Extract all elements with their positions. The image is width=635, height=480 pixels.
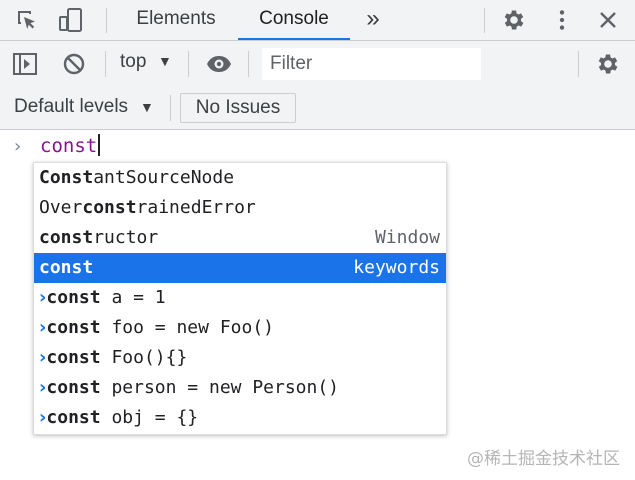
levels-dropdown-arrow-icon[interactable]: ▼	[140, 99, 154, 115]
console-settings-gear-icon[interactable]	[595, 51, 621, 77]
more-options-kebab-icon[interactable]	[549, 7, 575, 33]
suggestion-item[interactable]: constructor Window	[34, 223, 446, 253]
settings-gear-icon[interactable]	[501, 7, 527, 33]
history-suggestion-item[interactable]: ›const a = 1	[34, 283, 446, 313]
live-expression-eye-icon[interactable]	[204, 51, 234, 77]
history-suggestion-item[interactable]: ›const obj = {}	[34, 403, 446, 433]
toolbar-divider	[248, 51, 249, 77]
close-icon[interactable]	[595, 7, 621, 33]
suggestion-subtitle: keywords	[353, 257, 440, 278]
tab-elements[interactable]: Elements	[122, 0, 230, 40]
show-sidebar-icon[interactable]	[12, 51, 38, 77]
suggestion-item[interactable]: ConstantSourceNode	[34, 163, 446, 193]
suggestion-subtitle: Window	[374, 227, 440, 248]
suggestion-item-selected[interactable]: const keywords	[34, 253, 446, 283]
console-input-text: const	[40, 135, 98, 157]
watermark: @稀土掘金技术社区	[467, 449, 620, 469]
toolbar-divider	[105, 51, 106, 77]
toolbar-divider	[170, 95, 171, 121]
context-selector[interactable]: top	[120, 51, 146, 73]
context-dropdown-arrow-icon[interactable]: ▼	[158, 53, 172, 69]
clear-console-icon[interactable]	[61, 51, 87, 77]
default-levels-dropdown[interactable]: Default levels	[14, 96, 128, 118]
console-prompt-chevron-icon: ›	[14, 136, 22, 157]
console-filter-bar: Default levels ▼ No Issues	[0, 87, 635, 130]
inspect-element-icon[interactable]	[14, 7, 40, 33]
autocomplete-suggestions: ConstantSourceNode OverconstrainedError …	[33, 162, 447, 435]
issues-button[interactable]: No Issues	[180, 93, 296, 123]
device-toolbar-icon[interactable]	[58, 7, 84, 33]
toolbar-divider	[578, 51, 579, 77]
console-toolbar: top ▼	[0, 41, 635, 87]
console-input[interactable]: const	[40, 134, 101, 157]
history-suggestion-item[interactable]: ›const foo = new Foo()	[34, 313, 446, 343]
more-tabs-button[interactable]: »	[356, 0, 390, 40]
suggestion-item[interactable]: OverconstrainedError	[34, 193, 446, 223]
filter-input[interactable]	[262, 48, 481, 80]
toolbar-divider	[106, 8, 107, 33]
toolbar-divider	[484, 8, 485, 33]
toolbar-divider	[188, 51, 189, 77]
history-suggestion-item[interactable]: ›const person = new Person()	[34, 373, 446, 403]
tab-console[interactable]: Console	[238, 0, 350, 40]
devtools-tab-bar: Elements Console »	[0, 0, 635, 41]
text-caret	[98, 134, 101, 156]
history-suggestion-item[interactable]: ›const Foo(){}	[34, 343, 446, 373]
